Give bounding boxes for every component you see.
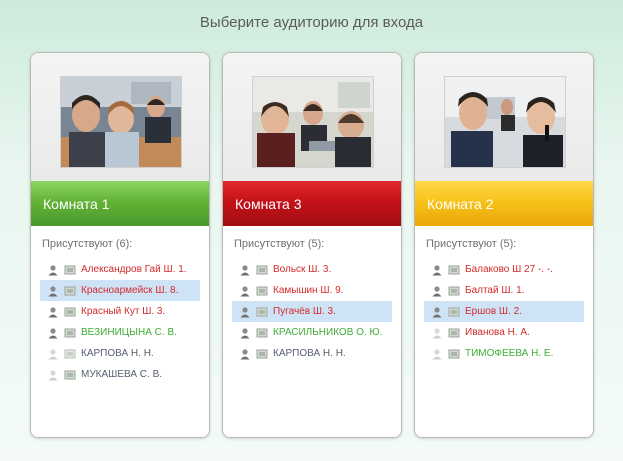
webcam-icon bbox=[64, 307, 76, 316]
participant-name: КАРПОВА Н. Н. bbox=[273, 348, 346, 359]
user-icon bbox=[48, 306, 58, 317]
user-icon bbox=[432, 327, 442, 338]
participant-row[interactable]: Красный Кут Ш. 3. bbox=[40, 301, 200, 322]
participant-name: Красноармейск Ш. 8. bbox=[81, 285, 179, 296]
participant-row[interactable]: МУКАШЕВА С. В. bbox=[40, 364, 200, 385]
webcam-icon bbox=[64, 370, 76, 379]
user-icon bbox=[240, 264, 250, 275]
participant-list: Вольск Ш. 3. Камышин Ш. 9. Пугачёв Ш. 3.… bbox=[223, 259, 401, 364]
user-icon bbox=[432, 306, 442, 317]
webcam-icon bbox=[64, 265, 76, 274]
webcam-icon bbox=[256, 349, 268, 358]
webcam-icon bbox=[448, 349, 460, 358]
participant-name: Балтай Ш. 1. bbox=[465, 285, 525, 296]
webcam-icon bbox=[448, 265, 460, 274]
user-icon bbox=[240, 285, 250, 296]
room-header-band[interactable]: Комната 1 bbox=[31, 181, 209, 226]
webcam-icon bbox=[448, 286, 460, 295]
room-preview-area bbox=[31, 53, 209, 181]
participant-name: Вольск Ш. 3. bbox=[273, 264, 332, 275]
room-card-3[interactable]: Комната 3 Присутствуют (5): Вольск Ш. 3.… bbox=[222, 52, 402, 438]
participant-row[interactable]: Камышин Ш. 9. bbox=[232, 280, 392, 301]
user-icon bbox=[240, 306, 250, 317]
participant-row[interactable]: ВЕЗИНИЦЫНА С. В. bbox=[40, 322, 200, 343]
present-count-label: Присутствуют (6): bbox=[42, 238, 133, 250]
participant-row[interactable]: КАРПОВА Н. Н. bbox=[232, 343, 392, 364]
participant-list: Александров Гай Ш. 1. Красноармейск Ш. 8… bbox=[31, 259, 209, 385]
participant-row[interactable]: Красноармейск Ш. 8. bbox=[40, 280, 200, 301]
room-name: Комната 1 bbox=[43, 195, 110, 212]
participant-name: ВЕЗИНИЦЫНА С. В. bbox=[81, 327, 177, 338]
participant-name: Камышин Ш. 9. bbox=[273, 285, 344, 296]
room-header-band[interactable]: Комната 2 bbox=[415, 181, 593, 226]
participant-row[interactable]: КАРПОВА Н. Н. bbox=[40, 343, 200, 364]
participant-name: ТИМОФЕЕВА Н. Е. bbox=[465, 348, 554, 359]
webcam-icon bbox=[256, 328, 268, 337]
room-video-thumbnail[interactable] bbox=[60, 76, 182, 168]
webcam-icon bbox=[448, 307, 460, 316]
page-title: Выберите аудиторию для входа bbox=[199, 14, 424, 31]
room-card-1[interactable]: Комната 1 Присутствуют (6): Александров … bbox=[30, 52, 210, 438]
participant-name: Ершов Ш. 2. bbox=[465, 306, 522, 317]
webcam-icon bbox=[256, 307, 268, 316]
user-icon bbox=[48, 327, 58, 338]
participant-name: Балаково Ш 27 -. -. bbox=[465, 264, 553, 275]
user-icon bbox=[48, 348, 58, 359]
user-icon bbox=[240, 348, 250, 359]
participant-row[interactable]: Балтай Ш. 1. bbox=[424, 280, 584, 301]
user-icon bbox=[432, 264, 442, 275]
user-icon bbox=[432, 348, 442, 359]
participant-row[interactable]: Балаково Ш 27 -. -. bbox=[424, 259, 584, 280]
room-preview-area bbox=[223, 53, 401, 181]
participant-name: МУКАШЕВА С. В. bbox=[81, 369, 163, 380]
room-video-thumbnail[interactable] bbox=[252, 76, 374, 168]
participant-row[interactable]: Пугачёв Ш. 3. bbox=[232, 301, 392, 322]
participant-row[interactable]: Ершов Ш. 2. bbox=[424, 301, 584, 322]
participant-row[interactable]: Александров Гай Ш. 1. bbox=[40, 259, 200, 280]
room-preview-area bbox=[415, 53, 593, 181]
participant-row[interactable]: Иванова Н. А. bbox=[424, 322, 584, 343]
participant-row[interactable]: ТИМОФЕЕВА Н. Е. bbox=[424, 343, 584, 364]
webcam-icon bbox=[256, 265, 268, 274]
participant-name: КРАСИЛЬНИКОВ О. Ю. bbox=[273, 327, 383, 338]
room-name: Комната 3 bbox=[235, 195, 302, 212]
participant-name: Пугачёв Ш. 3. bbox=[273, 306, 336, 317]
user-icon bbox=[432, 285, 442, 296]
participant-list: Балаково Ш 27 -. -. Балтай Ш. 1. Ершов Ш… bbox=[415, 259, 593, 364]
room-card-2[interactable]: Комната 2 Присутствуют (5): Балаково Ш 2… bbox=[414, 52, 594, 438]
webcam-icon bbox=[256, 286, 268, 295]
user-icon bbox=[48, 285, 58, 296]
present-count-label: Присутствуют (5): bbox=[426, 238, 517, 250]
participant-name: Александров Гай Ш. 1. bbox=[81, 264, 187, 275]
present-count-label: Присутствуют (5): bbox=[234, 238, 325, 250]
participant-name: Иванова Н. А. bbox=[465, 327, 530, 338]
participant-name: КАРПОВА Н. Н. bbox=[81, 348, 154, 359]
webcam-icon bbox=[64, 328, 76, 337]
room-video-thumbnail[interactable] bbox=[444, 76, 566, 168]
webcam-icon bbox=[448, 328, 460, 337]
participant-row[interactable]: Вольск Ш. 3. bbox=[232, 259, 392, 280]
user-icon bbox=[240, 327, 250, 338]
user-icon bbox=[48, 369, 58, 380]
room-header-band[interactable]: Комната 3 bbox=[223, 181, 401, 226]
webcam-icon bbox=[64, 286, 76, 295]
participant-row[interactable]: КРАСИЛЬНИКОВ О. Ю. bbox=[232, 322, 392, 343]
participant-name: Красный Кут Ш. 3. bbox=[81, 306, 166, 317]
webcam-icon bbox=[64, 349, 76, 358]
room-name: Комната 2 bbox=[427, 195, 494, 212]
user-icon bbox=[48, 264, 58, 275]
